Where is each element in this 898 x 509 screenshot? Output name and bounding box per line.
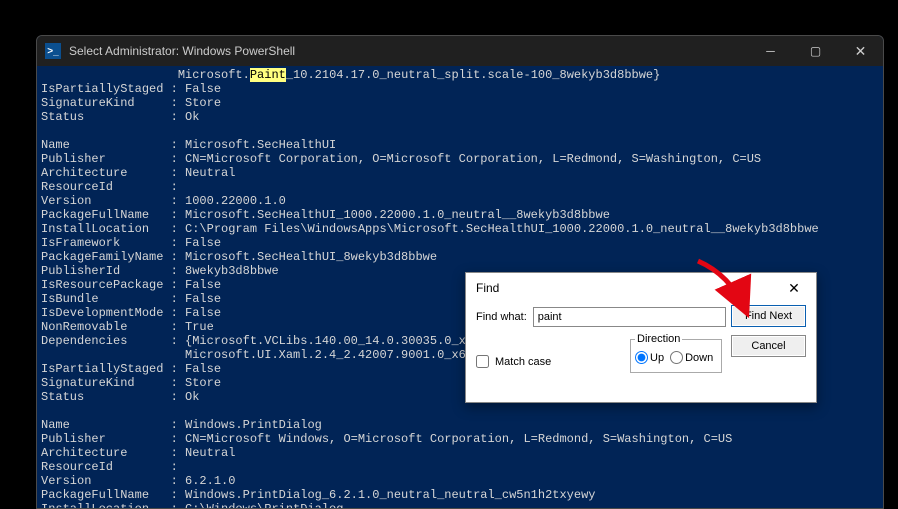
- find-what-input[interactable]: [533, 307, 726, 327]
- minimize-button[interactable]: ─: [748, 36, 793, 66]
- close-button[interactable]: ✕: [838, 36, 883, 66]
- direction-down-option[interactable]: Down: [670, 351, 713, 364]
- direction-legend: Direction: [635, 333, 682, 345]
- match-case-label: Match case: [495, 356, 551, 368]
- maximize-button[interactable]: ▢: [793, 36, 838, 66]
- find-what-label: Find what:: [476, 311, 527, 323]
- titlebar[interactable]: >_ Select Administrator: Windows PowerSh…: [37, 36, 883, 66]
- direction-group: Direction Up Down: [630, 333, 722, 373]
- direction-down-radio[interactable]: [670, 351, 683, 364]
- find-dialog: Find ✕ Find what: Find Next Cancel Direc…: [465, 272, 817, 403]
- direction-up-option[interactable]: Up: [635, 351, 664, 364]
- match-case-checkbox[interactable]: [476, 355, 489, 368]
- dialog-title-text: Find: [476, 281, 499, 295]
- cancel-button[interactable]: Cancel: [731, 335, 806, 357]
- dialog-titlebar[interactable]: Find ✕: [466, 273, 816, 303]
- search-highlight: Paint: [250, 68, 286, 82]
- window-controls: ─ ▢ ✕: [748, 36, 883, 66]
- powershell-icon: >_: [45, 43, 61, 59]
- find-next-button[interactable]: Find Next: [731, 305, 806, 327]
- dialog-close-button[interactable]: ✕: [782, 280, 806, 297]
- direction-up-radio[interactable]: [635, 351, 648, 364]
- window-title: Select Administrator: Windows PowerShell: [69, 44, 295, 58]
